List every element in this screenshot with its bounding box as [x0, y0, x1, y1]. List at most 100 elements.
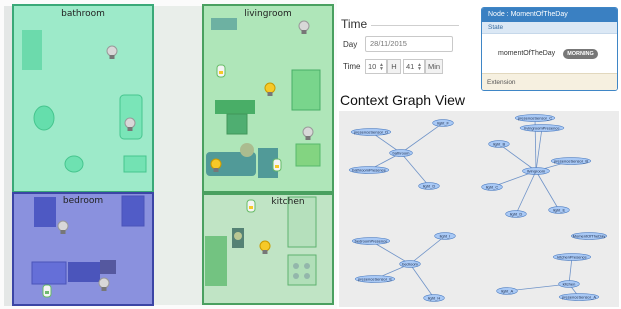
- graph-node-label: light_H: [428, 295, 441, 300]
- time-title: Time: [341, 16, 459, 32]
- bulb-off-icon[interactable]: [106, 45, 118, 61]
- time-label: Time: [343, 62, 361, 71]
- graph-node[interactable]: presenceSensor_C: [514, 114, 556, 122]
- graph-node-label: kitchen: [563, 281, 576, 286]
- graph-node-label: light_F: [437, 120, 450, 125]
- graph-canvas[interactable]: bathroom presenceSensor_D light_F bathroomP…: [339, 111, 619, 307]
- graph-node-label: light_C: [486, 184, 499, 189]
- floor-plan: bathroom livingroom bedroom kitchen: [0, 0, 337, 309]
- minute-stepper[interactable]: 41 ▲ ▼: [403, 59, 425, 74]
- node-panel-header: Node : MomentOfTheDay: [482, 8, 617, 22]
- graph-edge: [498, 143, 537, 172]
- hour-stepper[interactable]: 10 ▲ ▼: [365, 59, 387, 74]
- day-row: Day 28/11/2015: [341, 36, 459, 52]
- graph-node[interactable]: light_F: [432, 119, 454, 127]
- room-label-livingroom: livingroom: [244, 9, 292, 19]
- graph-node[interactable]: light_H: [423, 294, 445, 302]
- graph-node[interactable]: light_E: [548, 206, 570, 214]
- graph-node[interactable]: bathroom: [389, 149, 413, 157]
- graph-node[interactable]: livingroom: [522, 167, 550, 175]
- graph-node-label: presenceSensor_B: [554, 158, 588, 163]
- graph-title: Context Graph View: [340, 92, 466, 108]
- bulb-off-icon[interactable]: [98, 277, 110, 293]
- graph-node-label: light_I: [440, 233, 451, 238]
- extension-section-label[interactable]: Extension: [482, 73, 617, 90]
- graph-node[interactable]: light_A: [496, 287, 518, 295]
- graph-edge: [409, 263, 435, 299]
- state-row: momentOfTheDay MORNING: [482, 34, 617, 73]
- bulb-off-icon[interactable]: [298, 20, 310, 36]
- state-section-label[interactable]: State: [482, 22, 617, 34]
- graph-edge: [535, 170, 560, 211]
- graph-node-label: livingroom: [527, 168, 546, 173]
- graph-node-label: light_E: [553, 207, 566, 212]
- graph-node[interactable]: presenceSensor_A: [558, 293, 600, 301]
- graph-node[interactable]: bathroomPresence: [348, 166, 390, 174]
- graph-node-label: light_D: [510, 211, 523, 216]
- graph-node[interactable]: presenceSensor_B: [550, 157, 592, 165]
- graph-node-label: light_B: [493, 141, 506, 146]
- bulb-on-icon[interactable]: [259, 240, 271, 256]
- graph-node-label: presenceSensor_A: [562, 294, 596, 299]
- bulb-off-icon[interactable]: [57, 220, 69, 236]
- room-bedroom[interactable]: bedroom: [12, 192, 154, 306]
- graph-node-label: bedroom: [402, 261, 418, 266]
- graph-node-label: presenceSensor_C: [518, 115, 552, 120]
- room-label-kitchen: kitchen: [271, 197, 305, 207]
- graph-node-label: presenceSensor_E: [358, 276, 392, 281]
- bulb-on-icon[interactable]: [264, 82, 276, 98]
- graph-node[interactable]: light_C: [481, 183, 503, 191]
- presence-sensor-icon[interactable]: [246, 199, 256, 213]
- graph-edge: [400, 152, 430, 187]
- node-panel: Node : MomentOfTheDay State momentOfTheD…: [481, 7, 618, 91]
- day-label: Day: [343, 39, 358, 49]
- stepper-arrows-icon[interactable]: ▲ ▼: [379, 62, 384, 71]
- graph-node[interactable]: light_D: [418, 182, 440, 190]
- presence-sensor-icon[interactable]: [272, 158, 282, 172]
- graph-node-label: MomentOfTheDay: [573, 233, 606, 238]
- room-bathroom[interactable]: bathroom: [12, 4, 154, 193]
- graph-node[interactable]: bedroom: [399, 260, 421, 268]
- presence-sensor-icon[interactable]: [42, 284, 52, 298]
- hour-unit: H: [387, 59, 401, 74]
- graph-node[interactable]: presenceSensor_D: [350, 128, 392, 136]
- graph-node[interactable]: light_D: [505, 210, 527, 218]
- context-graph[interactable]: bathroom presenceSensor_D light_F bathroomP…: [339, 111, 619, 307]
- graph-node-label: livingroomPresence: [524, 125, 560, 130]
- graph-edge: [409, 235, 446, 265]
- graph-node-label: presenceSensor_D: [354, 129, 388, 134]
- bulb-on-icon[interactable]: [210, 158, 222, 174]
- time-row: Time 10 ▲ ▼ H 41 ▲ ▼ Min: [341, 59, 459, 74]
- graph-node[interactable]: kitchen: [558, 280, 580, 288]
- time-title-text: Time: [341, 17, 368, 31]
- graph-node-label: bathroom: [393, 150, 411, 155]
- graph-node-label: light_D: [423, 183, 436, 188]
- date-input[interactable]: 28/11/2015: [365, 36, 453, 52]
- presence-sensor-icon[interactable]: [216, 64, 226, 78]
- graph-node[interactable]: MomentOfTheDay: [571, 232, 608, 240]
- stepper-arrows-icon[interactable]: ▲ ▼: [417, 62, 422, 71]
- graph-node[interactable]: presenceSensor_E: [354, 275, 396, 283]
- minute-value: 41: [406, 62, 415, 71]
- state-key: momentOfTheDay: [498, 50, 556, 57]
- graph-node-label: bathroomPresence: [352, 167, 387, 172]
- hour-value: 10: [368, 62, 377, 71]
- graph-node[interactable]: kitchenPresence: [552, 253, 592, 261]
- graph-node[interactable]: bedroomPresence: [351, 237, 391, 245]
- bulb-off-icon[interactable]: [302, 126, 314, 142]
- minute-unit: Min: [425, 59, 443, 74]
- graph-edge: [400, 122, 444, 154]
- graph-node-label: bedroomPresence: [355, 238, 388, 243]
- graph-node-label: light_A: [501, 288, 514, 293]
- graph-node-label: kitchenPresence: [557, 254, 587, 259]
- state-value-badge: MORNING: [563, 48, 598, 59]
- graph-node[interactable]: livingroomPresence: [519, 124, 565, 132]
- room-label-bedroom: bedroom: [62, 196, 104, 206]
- bulb-off-icon[interactable]: [124, 117, 136, 133]
- graph-node[interactable]: light_I: [434, 232, 456, 240]
- time-widget: Time Day 28/11/2015 Time 10 ▲ ▼ H 41 ▲ ▼ M…: [341, 16, 459, 74]
- graph-edge: [535, 127, 543, 172]
- graph-edge: [568, 256, 573, 285]
- room-label-bathroom: bathroom: [61, 9, 105, 19]
- graph-node[interactable]: light_B: [488, 140, 510, 148]
